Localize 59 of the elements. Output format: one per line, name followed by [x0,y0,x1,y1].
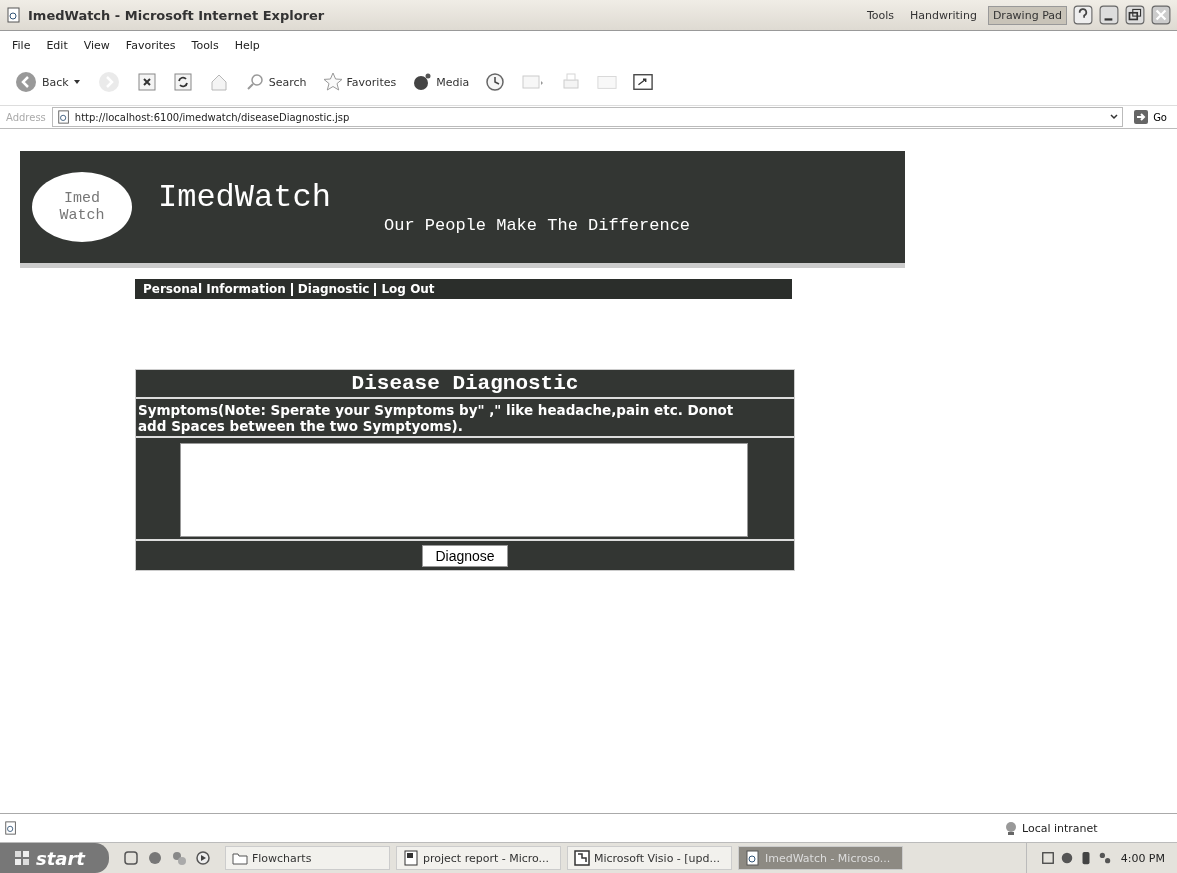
star-icon [322,72,343,92]
page-icon [744,850,761,866]
clock: 4:00 PM [1120,851,1165,865]
nav-link[interactable]: Log Out [381,282,435,296]
stop-icon[interactable] [136,72,157,92]
windows-logo-icon [14,850,30,866]
document-icon [402,850,419,866]
menu-item[interactable]: Edit [46,38,68,52]
site-title: ImedWatch [158,179,332,216]
address-text: http://localhost:6100/imedwatch/diseaseDiagnostic.jsp [74,111,350,123]
desktop-icon[interactable] [122,850,139,866]
search-button[interactable]: Search [244,72,307,92]
discuss-icon[interactable] [633,72,654,92]
refresh-icon[interactable] [172,72,193,92]
taskbar-button[interactable]: Microsoft Visio - [upd... [566,846,732,870]
zone-label: Local intranet [1022,821,1098,835]
slogan: Our People Make The Difference [384,216,691,235]
menu-item[interactable]: Tools [191,38,219,52]
media-button[interactable]: Media [412,72,470,92]
diagram-icon [573,850,590,866]
tablet-tool-button[interactable]: Handwriting [905,5,982,25]
tray-icon[interactable] [1097,851,1112,865]
nav-link[interactable]: Diagnostic [297,282,370,296]
diagnose-button[interactable]: Diagnose [422,545,508,567]
tablet-tool-button[interactable]: Tools [861,5,899,25]
tray-icon[interactable] [1059,851,1074,865]
help-icon[interactable] [1073,5,1093,25]
menu-item[interactable]: Help [234,38,260,52]
menu-item[interactable]: Favorites [125,38,176,52]
close-icon[interactable] [1151,5,1171,25]
panel-title: Disease Diagnostic [136,370,794,399]
menu-item[interactable]: File [12,38,31,52]
instructions-text: Symptoms(Note: Sperate your Symptoms by" ," like headache,pain etc. Donot add Spaces between the two Symptyoms). [136,402,794,438]
window-title: ImedWatch - Microsoft Internet Explorer [28,7,325,23]
menu-item[interactable]: View [83,38,110,52]
address-field[interactable]: http://localhost:6100/imedwatch/diseaseDiagnostic.jsp [51,107,1124,127]
page-icon [6,7,22,23]
logo-text: Watch [59,207,105,224]
symptoms-field[interactable] [180,443,748,537]
page-icon [56,110,71,124]
tablet-tool-button[interactable]: Drawing Pad [987,5,1067,25]
restore-icon[interactable] [1125,5,1145,25]
address-label: Address [6,111,46,123]
page-icon [4,821,18,835]
favorites-button[interactable]: Favorites [322,72,397,92]
taskbar-button[interactable]: Flowcharts [224,846,390,870]
caret-icon [72,78,81,86]
taskbar-button[interactable]: project report - Micro... [395,846,561,870]
tray-icon[interactable] [1040,851,1055,865]
minimize-icon[interactable] [1099,5,1119,25]
history-icon[interactable] [485,72,506,92]
folder-icon [231,850,248,866]
nav-link[interactable]: Personal Information [143,282,286,296]
dropdown-icon[interactable] [1110,113,1119,121]
back-button[interactable]: Back [14,70,81,94]
start-button[interactable]: start [0,843,109,873]
go-button[interactable]: Go [1129,109,1171,125]
logo-text: Imed [64,190,100,207]
media-player-icon[interactable] [194,850,211,866]
